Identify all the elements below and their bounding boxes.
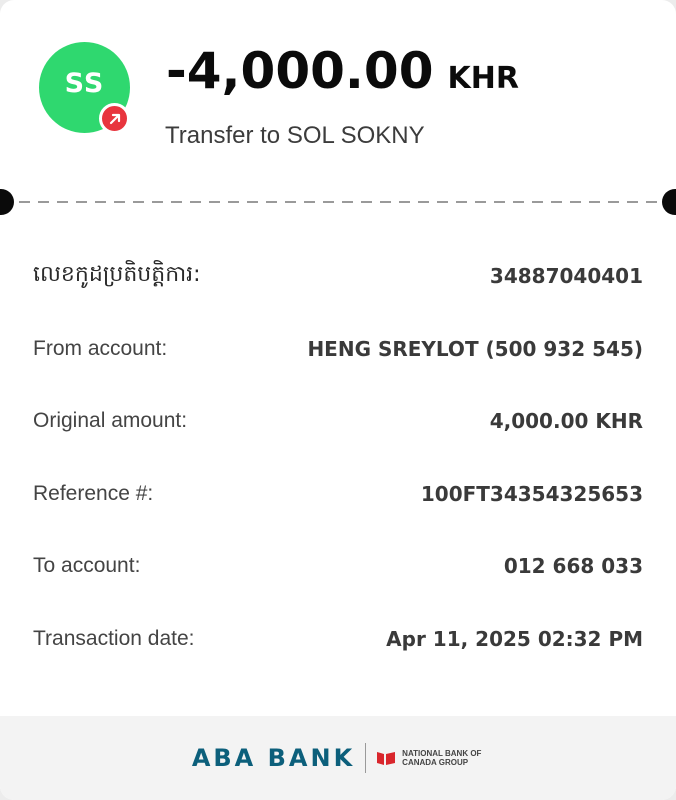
detail-row-from-account: From account: HENG SREYLOT (500 932 545) xyxy=(0,313,676,386)
perforation-divider xyxy=(0,201,676,203)
outgoing-arrow-icon xyxy=(99,103,130,134)
transaction-date-label: Transaction date: xyxy=(33,626,195,650)
detail-row-to-account: To account: 012 668 033 xyxy=(0,530,676,603)
detail-row-reference: Reference #: 100FT34354325653 xyxy=(0,458,676,531)
receipt-footer: ABA BANK NATIONAL BANK OF CANADA GROUP xyxy=(0,716,676,800)
transaction-date-value: Apr 11, 2025 02:32 PM xyxy=(386,626,643,651)
detail-row-transaction-id: លេខកូដប្រតិបត្តិការ: 34887040401 xyxy=(0,240,676,313)
original-amount-label: Original amount: xyxy=(33,409,188,433)
national-bank-text: NATIONAL BANK OF CANADA GROUP xyxy=(402,749,482,767)
nbc-flag-icon xyxy=(377,752,396,765)
detail-row-transaction-date: Transaction date: Apr 11, 2025 02:32 PM xyxy=(0,603,676,676)
to-account-value: 012 668 033 xyxy=(503,554,643,579)
transaction-id-value: 34887040401 xyxy=(489,264,643,289)
transaction-amount: -4,000.00 xyxy=(166,42,434,100)
detail-row-original-amount: Original amount: 4,000.00 KHR xyxy=(0,385,676,458)
transaction-receipt: SS -4,000.00 KHR Transfer to SOL SOKNY ល… xyxy=(0,0,676,800)
from-account-label: From account: xyxy=(33,336,168,360)
national-bank-logo: NATIONAL BANK OF CANADA GROUP xyxy=(376,749,484,767)
right-notch xyxy=(662,189,676,215)
original-amount-value: 4,000.00 KHR xyxy=(489,409,643,434)
reference-label: Reference #: xyxy=(33,481,154,505)
transaction-details: លេខកូដប្រតិបត្តិការ: 34887040401 From ac… xyxy=(0,240,676,675)
reference-value: 100FT34354325653 xyxy=(420,481,643,506)
transfer-description: Transfer to SOL SOKNY xyxy=(165,122,425,149)
aba-bank-logo: ABA BANK xyxy=(191,744,356,772)
avatar-initials: SS xyxy=(64,68,105,99)
receipt-header: SS -4,000.00 KHR Transfer to SOL SOKNY xyxy=(0,0,676,200)
currency-code: KHR xyxy=(447,61,519,96)
to-account-label: To account: xyxy=(33,554,141,578)
amount-row: -4,000.00 KHR xyxy=(166,42,519,100)
from-account-value: HENG SREYLOT (500 932 545) xyxy=(307,336,643,361)
brand-divider xyxy=(365,743,367,773)
transaction-id-label: លេខកូដប្រតិបត្តិការ: xyxy=(33,262,201,288)
bank-branding: ABA BANK NATIONAL BANK OF CANADA GROUP xyxy=(192,743,484,773)
